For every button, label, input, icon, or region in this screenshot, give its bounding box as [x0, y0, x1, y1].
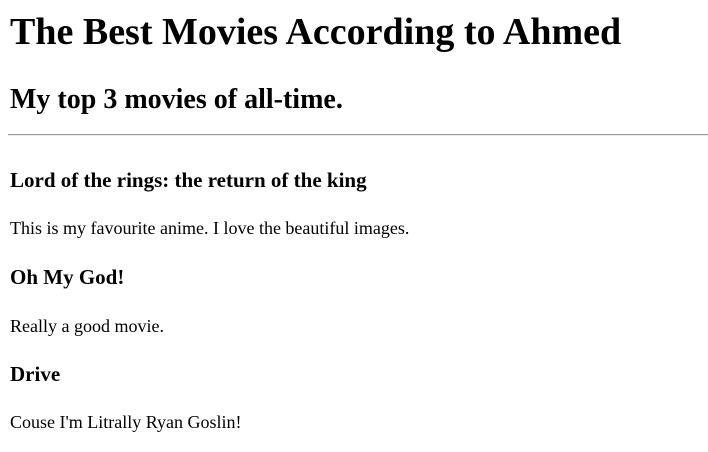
movie-description-1: This is my favourite anime. I love the b…	[10, 218, 410, 238]
movie-title-2: Oh My God!	[10, 265, 125, 289]
movie-description-3: Couse I'm Litrally Ryan Goslin!	[10, 412, 242, 432]
movie-title-1: Lord of the rings: the return of the kin…	[10, 168, 367, 192]
movie-title-3: Drive	[10, 362, 61, 386]
page-title: The Best Movies According to Ahmed	[10, 11, 622, 53]
page-content: The Best Movies According to Ahmed My to…	[0, 0, 708, 432]
section-divider	[8, 134, 708, 136]
movie-description-2: Really a good movie.	[10, 316, 164, 336]
page-subtitle: My top 3 movies of all-time.	[10, 84, 343, 115]
